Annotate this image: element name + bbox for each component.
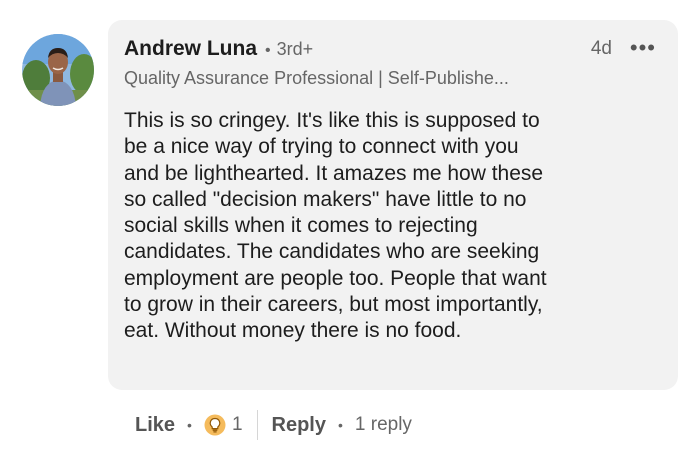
comment-text-line: employment are people too. People that w… bbox=[124, 266, 547, 290]
connection-degree: 3rd+ bbox=[276, 39, 314, 59]
separator-dot: • bbox=[337, 417, 343, 433]
comment-text-line: eat. Without money there is no food. bbox=[124, 319, 462, 343]
timestamp: 4d bbox=[590, 38, 612, 59]
author-name[interactable]: Andrew Luna bbox=[124, 37, 257, 61]
replies-count-link[interactable]: 1 reply bbox=[355, 414, 412, 436]
separator-dot: • bbox=[187, 417, 192, 433]
like-button[interactable]: Like bbox=[135, 414, 175, 437]
comment-text-line: This is so cringey. It's like this is su… bbox=[124, 109, 540, 132]
author-row: Andrew Luna • 3rd+ bbox=[124, 37, 313, 61]
comment-text-line: and be lighthearted. It amazes me how th… bbox=[124, 161, 544, 185]
comment-text-line: be a nice way of trying to connect with … bbox=[124, 135, 519, 159]
reaction-count[interactable]: 1 bbox=[232, 414, 243, 436]
avatar[interactable] bbox=[22, 34, 94, 106]
comment-text-line: to grow in their careers, but most impor… bbox=[124, 293, 543, 317]
avatar-photo bbox=[22, 34, 94, 106]
author-headline: Quality Assurance Professional | Self-Pu… bbox=[124, 68, 509, 88]
separator-dot: • bbox=[265, 42, 271, 59]
comment-container: Andrew Luna • 3rd+ 4d ••• Quality Assura… bbox=[0, 0, 700, 457]
comment-text: This is so cringey. It's like this is su… bbox=[124, 108, 659, 345]
comment-actions: Like • 1 Reply • 1 reply bbox=[135, 409, 412, 441]
comment-bubble: Andrew Luna • 3rd+ 4d ••• Quality Assura… bbox=[108, 20, 678, 390]
comment-text-line: so called "decision makers" have little … bbox=[124, 187, 527, 211]
comment-text-line: candidates. The candidates who are seeki… bbox=[124, 240, 540, 264]
divider bbox=[256, 410, 258, 440]
comment-text-line: social skills when it comes to rejecting bbox=[124, 214, 478, 238]
reply-button[interactable]: Reply bbox=[272, 414, 326, 437]
insightful-lightbulb-icon[interactable] bbox=[204, 414, 226, 436]
more-options-icon[interactable]: ••• bbox=[630, 37, 656, 59]
